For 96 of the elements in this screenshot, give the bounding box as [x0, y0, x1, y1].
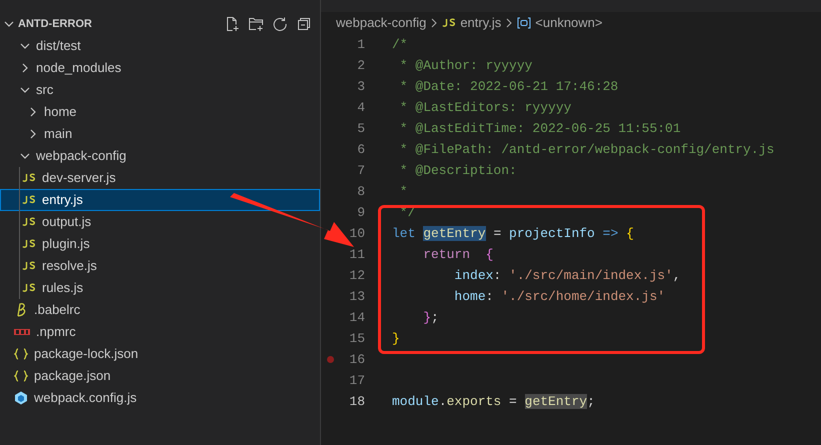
code-line: * @FilePath: /antd-error/webpack-config/entry.js	[398, 140, 774, 159]
cube-icon	[14, 391, 28, 405]
code-line: *	[398, 182, 408, 201]
code-line: * @Author: ryyyyy	[398, 56, 532, 75]
js-file-icon	[442, 18, 456, 28]
line-number: 2	[356, 56, 365, 75]
folder-row[interactable]: src	[0, 79, 320, 101]
folder-row[interactable]: main	[0, 123, 320, 145]
variable-icon	[517, 17, 532, 29]
line-number: 5	[356, 120, 365, 138]
code-line: }	[392, 330, 400, 348]
file-name: output.js	[42, 213, 92, 232]
line-number: 7	[356, 162, 365, 180]
file-name: entry.js	[42, 191, 83, 210]
file-name: node_modules	[36, 59, 122, 78]
js-file-icon	[22, 217, 36, 227]
file-row[interactable]: .babelrc	[0, 299, 320, 321]
file-name: .npmrc	[36, 323, 76, 342]
file-row[interactable]: plugin.js	[0, 233, 320, 255]
chevron-right-icon	[505, 18, 514, 28]
line-number: 18	[348, 392, 365, 411]
file-name: dist/test	[36, 37, 81, 56]
line-number: 12	[348, 266, 365, 285]
chevron-right-icon	[430, 18, 438, 28]
js-file-icon	[22, 173, 36, 183]
file-name: webpack.config.js	[34, 389, 137, 408]
refresh-icon[interactable]	[272, 16, 288, 32]
folder-row[interactable]: home	[0, 101, 320, 123]
file-name: package.json	[34, 367, 111, 386]
file-name: src	[36, 81, 54, 100]
chevron-right-icon	[20, 63, 30, 73]
file-name: resolve.js	[42, 257, 97, 276]
file-row[interactable]: rules.js	[0, 277, 320, 299]
file-row[interactable]: entry.js	[0, 189, 320, 211]
file-row[interactable]: .npmrc	[0, 321, 320, 343]
file-name: webpack-config	[36, 147, 126, 166]
npm-icon	[14, 329, 30, 335]
file-name: package-lock.json	[34, 345, 138, 364]
chevron-down-icon	[20, 151, 30, 161]
code-line: let getEntry = projectInfo => {	[392, 224, 634, 243]
breadcrumb-item[interactable]: <unknown>	[535, 13, 602, 33]
line-number: 4	[356, 98, 365, 117]
file-name: home	[44, 103, 77, 122]
folder-row[interactable]: node_modules	[0, 57, 320, 79]
line-number: 11	[348, 246, 365, 264]
file-name: plugin.js	[42, 235, 90, 254]
folder-row[interactable]: webpack-config	[0, 145, 320, 167]
code-line: return {	[422, 246, 494, 264]
js-file-icon	[22, 239, 36, 249]
file-name: rules.js	[42, 279, 84, 298]
breadcrumb-item[interactable]: entry.js	[460, 13, 502, 33]
new-file-icon[interactable]	[224, 16, 240, 32]
line-number: 9	[356, 204, 365, 222]
line-number: 17	[348, 372, 365, 390]
chevron-right-icon	[28, 129, 38, 139]
code-line: /*	[392, 36, 408, 54]
file-row[interactable]: output.js	[0, 211, 320, 233]
code-line: * @Date: 2022-06-21 17:46:28	[398, 78, 618, 96]
file-row[interactable]: package-lock.json	[0, 343, 320, 365]
code-line: module.exports = getEntry;	[392, 392, 595, 411]
new-folder-icon[interactable]	[248, 16, 264, 32]
collapse-all-icon[interactable]	[296, 16, 312, 32]
line-number: 1	[356, 36, 365, 54]
chevron-right-icon	[28, 107, 38, 117]
code-line: };	[422, 308, 439, 327]
file-row[interactable]: webpack.config.js	[0, 387, 320, 409]
js-file-icon	[22, 283, 36, 293]
file-name: dev-server.js	[42, 169, 116, 188]
file-name: main	[44, 125, 72, 144]
line-number: 16	[348, 350, 365, 369]
code-line: index: './src/main/index.js',	[453, 266, 681, 285]
file-row[interactable]: dev-server.js	[0, 167, 320, 189]
code-line: * @Description:	[398, 162, 517, 180]
explorer-title[interactable]: ANTD-ERROR	[18, 16, 92, 32]
line-number: 14	[348, 308, 365, 327]
file-row[interactable]: resolve.js	[0, 255, 320, 277]
js-file-icon	[22, 195, 36, 205]
file-row[interactable]: package.json	[0, 365, 320, 387]
breadcrumb-item[interactable]: webpack-config	[336, 13, 426, 33]
code-line: * @LastEditors: ryyyyy	[398, 98, 572, 117]
chevron-down-icon	[20, 85, 30, 95]
braces-icon	[14, 348, 28, 360]
js-file-icon	[22, 261, 36, 271]
code-line: home: './src/home/index.js'	[453, 288, 666, 306]
line-number: 8	[356, 182, 365, 201]
file-name: .babelrc	[34, 301, 80, 320]
braces-icon	[14, 370, 28, 382]
folder-row[interactable]: dist/test	[0, 35, 320, 57]
line-number: 10	[348, 224, 365, 243]
line-number: 15	[348, 330, 365, 348]
chevron-down-icon	[20, 41, 30, 51]
line-number: 6	[356, 140, 365, 159]
chevron-down-icon	[4, 19, 14, 29]
line-number: 3	[356, 78, 365, 96]
line-number: 13	[348, 288, 365, 306]
code-line: * @LastEditTime: 2022-06-25 11:55:01	[398, 120, 681, 138]
